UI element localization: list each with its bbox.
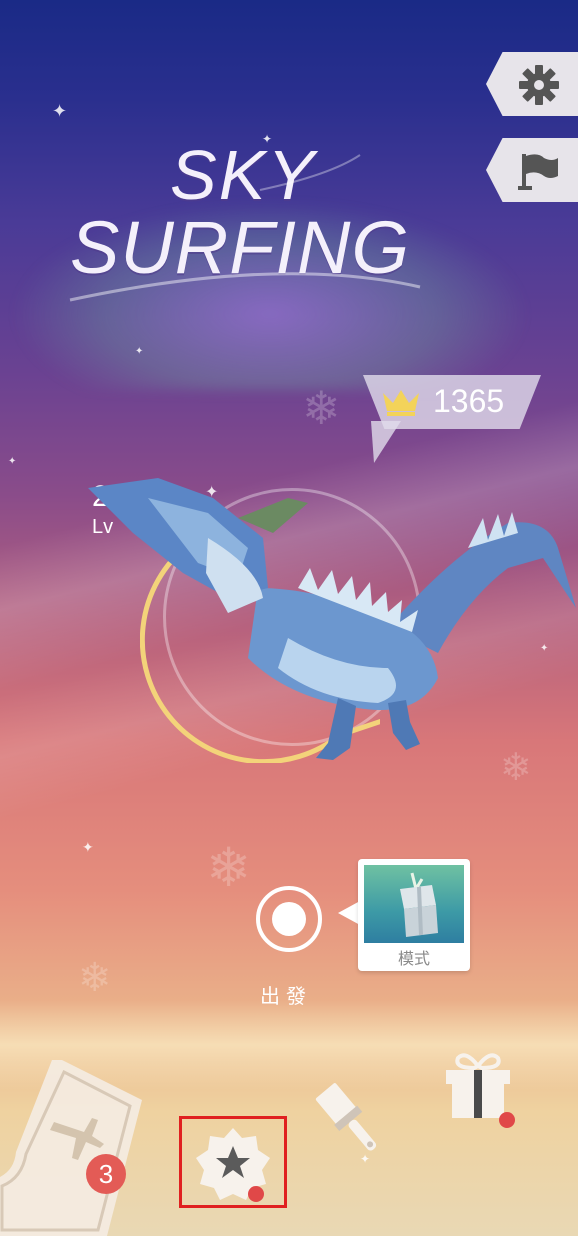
sparkle-icon: ✦ — [8, 456, 17, 467]
sparkle-icon: ✦ — [135, 346, 144, 357]
dragon-character[interactable] — [88, 478, 578, 778]
snowflake-icon: ❄ — [302, 382, 341, 434]
airplane-ticket-icon[interactable] — [0, 1060, 142, 1236]
score-display: 1365 — [363, 375, 541, 465]
paint-brush-icon[interactable] — [308, 1080, 392, 1164]
mode-label: 模式 — [397, 951, 430, 968]
flag-button[interactable] — [486, 138, 578, 202]
gear-icon — [519, 65, 559, 105]
snowflake-icon: ❄ — [206, 838, 252, 898]
start-label[interactable]: 出發 — [260, 980, 312, 1009]
sparkle-icon: ✦ — [82, 839, 94, 855]
record-icon — [272, 902, 306, 936]
game-title: SKY SURFING — [60, 135, 460, 305]
sparkle-icon: ✦ — [52, 101, 68, 121]
snowflake-icon: ❄ — [78, 956, 112, 1000]
crown-icon — [383, 390, 419, 416]
start-button[interactable] — [256, 886, 322, 952]
notification-dot — [499, 1112, 515, 1128]
title-swoosh — [69, 154, 421, 302]
score-value: 1365 — [433, 383, 505, 419]
gift-box-icon — [400, 872, 438, 937]
notification-dot — [248, 1186, 264, 1202]
flag-icon — [518, 154, 558, 190]
mode-button[interactable]: 模式 — [338, 859, 470, 971]
settings-button[interactable] — [486, 52, 578, 116]
ticket-count-badge: 3 — [86, 1154, 126, 1194]
